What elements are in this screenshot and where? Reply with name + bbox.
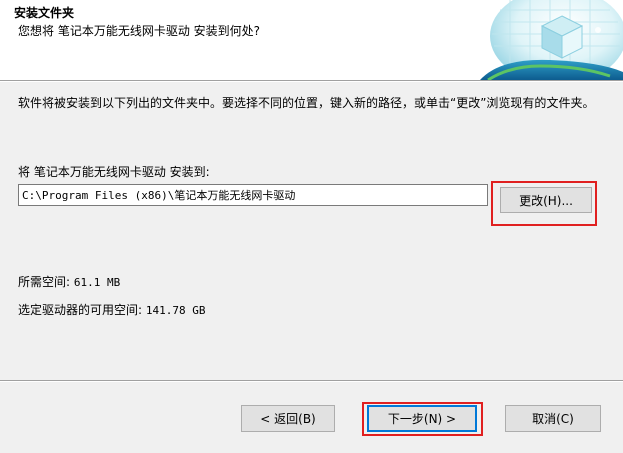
footer-divider	[0, 380, 623, 382]
space-available-label: 选定驱动器的可用空间:	[18, 303, 143, 317]
page-subtitle: 您想将 笔记本万能无线网卡驱动 安装到何处?	[18, 24, 260, 38]
next-button[interactable]: 下一步(N) >	[367, 405, 477, 432]
page-title: 安装文件夹	[14, 6, 75, 20]
header-divider	[0, 80, 623, 82]
destination-label: 将 笔记本万能无线网卡驱动 安装到:	[18, 165, 210, 179]
space-required: 所需空间: 61.1 MB	[18, 273, 120, 290]
instruction-text: 软件将被安装到以下列出的文件夹中。要选择不同的位置，键入新的路径，或单击“更改”…	[18, 96, 595, 110]
globe-cube-installer-icon	[480, 0, 623, 80]
header-panel: 安装文件夹 您想将 笔记本万能无线网卡驱动 安装到何处?	[0, 0, 623, 80]
space-available: 选定驱动器的可用空间: 141.78 GB	[18, 301, 205, 318]
back-button[interactable]: < 返回(B)	[241, 405, 335, 432]
destination-path-input[interactable]	[18, 184, 488, 206]
space-required-label: 所需空间:	[18, 275, 71, 289]
cancel-button[interactable]: 取消(C)	[505, 405, 601, 432]
space-required-value: 61.1 MB	[73, 276, 121, 289]
space-available-value: 141.78 GB	[145, 304, 206, 317]
change-folder-button[interactable]: 更改(H)...	[500, 187, 592, 213]
